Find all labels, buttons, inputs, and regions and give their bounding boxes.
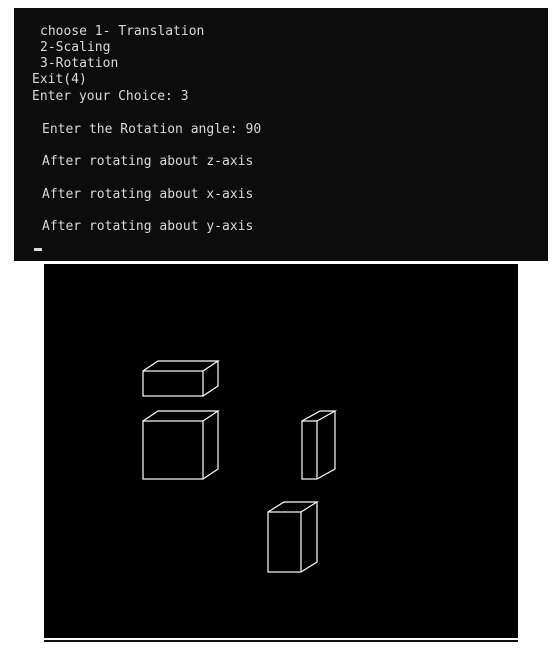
y-axis-message: After rotating about y-axis (42, 219, 254, 234)
screenshot: choose 1- Translation 2-Scaling 3-Rotati… (0, 0, 558, 650)
bottom-divider (44, 640, 518, 642)
menu-line-translation: choose 1- Translation (40, 24, 205, 39)
graphics-svg (142, 360, 338, 573)
x-axis-message: After rotating about x-axis (42, 187, 254, 202)
graphics-canvas (44, 264, 518, 638)
cube (142, 410, 220, 480)
tall-thin-box (301, 410, 338, 480)
choice-prompt: Enter your Choice: 3 (32, 89, 189, 104)
rotation-angle-prompt: Enter the Rotation angle: 90 (42, 122, 262, 137)
text-cursor (34, 248, 42, 251)
menu-line-rotation: 3-Rotation (40, 56, 119, 71)
console-window: choose 1- Translation 2-Scaling 3-Rotati… (14, 8, 548, 260)
wide-flat-box (142, 360, 220, 397)
menu-line-exit: Exit(4) (32, 72, 87, 87)
tall-box (267, 501, 320, 573)
menu-line-scaling: 2-Scaling (40, 40, 111, 55)
top-divider (14, 259, 548, 261)
z-axis-message: After rotating about z-axis (42, 154, 254, 169)
